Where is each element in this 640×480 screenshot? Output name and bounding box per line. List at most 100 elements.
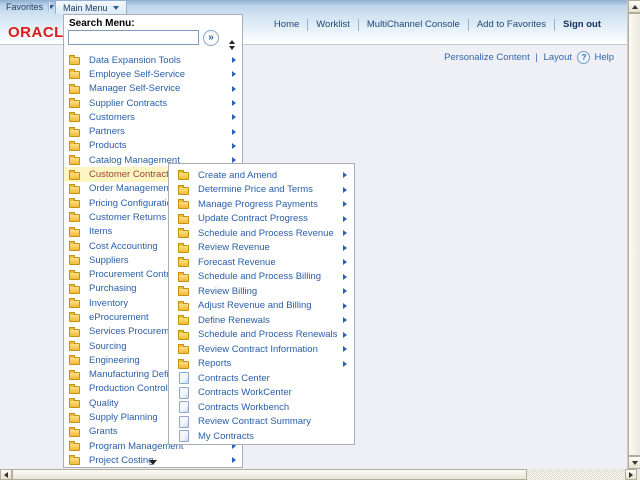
submenu-item-review-revenue[interactable]: Review Revenue [169, 241, 354, 256]
folder-icon [69, 386, 80, 394]
submenu-item-my-contracts[interactable]: My Contracts [169, 429, 354, 444]
submenu-arrow-icon [232, 57, 236, 63]
help-link[interactable]: ? Help [577, 51, 614, 64]
menu-item-label: eProcurement [89, 312, 149, 323]
submenu-item-schedule-and-process-billing[interactable]: Schedule and Process Billing [169, 270, 354, 285]
header-link-sign-out[interactable]: Sign out [554, 19, 609, 31]
menu-item-label: Purchasing [89, 283, 137, 294]
folder-icon [178, 317, 189, 325]
header-link-home[interactable]: Home [266, 19, 307, 31]
submenu-item-forecast-revenue[interactable]: Forecast Revenue [169, 255, 354, 270]
menu-item-supplier-contracts[interactable]: Supplier Contracts [64, 96, 242, 110]
menu-item-data-expansion-tools[interactable]: Data Expansion Tools [64, 53, 242, 67]
submenu-item-label: Review Contract Summary [198, 416, 311, 427]
horizontal-scrollbar[interactable] [0, 469, 637, 480]
folder-icon [69, 286, 80, 294]
submenu-list: Create and AmendDetermine Price and Term… [169, 168, 354, 444]
help-icon: ? [577, 51, 590, 64]
menu-item-label: Data Expansion Tools [89, 55, 181, 66]
submenu-item-review-contract-information[interactable]: Review Contract Information [169, 342, 354, 357]
menu-item-label: Production Control [89, 383, 168, 394]
up-arrow-icon [632, 5, 638, 9]
top-nav-bar: Favorites Main Menu [0, 0, 627, 14]
folder-icon [69, 272, 80, 280]
submenu-item-schedule-and-process-revenue[interactable]: Schedule and Process Revenue [169, 226, 354, 241]
application-window: Favorites Main Menu ORACLE HomeWorklistM… [0, 0, 640, 480]
submenu-arrow-icon [343, 346, 347, 352]
submenu-item-label: Reports [198, 358, 231, 369]
submenu-item-label: Schedule and Process Billing [198, 271, 321, 282]
submenu-item-reports[interactable]: Reports [169, 357, 354, 372]
header-links: HomeWorklistMultiChannel ConsoleAdd to F… [266, 18, 609, 32]
submenu-arrow-icon [343, 317, 347, 323]
menu-item-label: Partners [89, 126, 125, 137]
scrollbar-up-button[interactable] [628, 0, 640, 13]
menu-item-partners[interactable]: Partners [64, 124, 242, 138]
submenu-arrow-icon [343, 245, 347, 251]
horizontal-scrollbar-thumb[interactable] [12, 469, 527, 480]
document-icon [179, 372, 189, 384]
menu-item-employee-self-service[interactable]: Employee Self-Service [64, 67, 242, 81]
personalize-content-link[interactable]: Personalize Content [444, 52, 530, 63]
search-menu-input[interactable] [68, 30, 199, 45]
main-menu-button[interactable]: Main Menu [55, 0, 127, 14]
submenu-item-update-contract-progress[interactable]: Update Contract Progress [169, 212, 354, 227]
menu-item-label: Sourcing [89, 341, 127, 352]
submenu-arrow-icon [232, 86, 236, 92]
submenu-arrow-icon [232, 114, 236, 120]
favorites-menu-button[interactable]: Favorites [6, 0, 54, 14]
folder-icon [178, 274, 189, 282]
scrollbar-right-button[interactable] [625, 469, 637, 480]
folder-icon [69, 443, 80, 451]
submenu-arrow-icon [232, 143, 236, 149]
submenu-arrow-icon [343, 361, 347, 367]
menu-item-label: Inventory [89, 298, 128, 309]
folder-icon [69, 214, 80, 222]
submenu-item-schedule-and-process-renewals[interactable]: Schedule and Process Renewals [169, 328, 354, 343]
folder-icon [178, 245, 189, 253]
folder-icon [69, 71, 80, 79]
submenu-item-create-and-amend[interactable]: Create and Amend [169, 168, 354, 183]
folder-icon [178, 172, 189, 180]
vertical-scrollbar-thumb[interactable] [628, 13, 640, 456]
submenu-item-contracts-workbench[interactable]: Contracts Workbench [169, 400, 354, 415]
submenu-arrow-icon [343, 172, 347, 178]
personalize-divider: | [532, 52, 540, 63]
menu-item-customers[interactable]: Customers [64, 110, 242, 124]
submenu-item-label: Schedule and Process Renewals [198, 329, 337, 340]
header-link-worklist[interactable]: Worklist [307, 19, 358, 31]
submenu-item-label: Review Revenue [198, 242, 270, 253]
menu-item-label: Manager Self-Service [89, 83, 180, 94]
document-icon [179, 401, 189, 413]
folder-icon [178, 361, 189, 369]
menu-item-products[interactable]: Products [64, 139, 242, 153]
menu-scroll-down-icon[interactable] [149, 460, 157, 465]
submenu-item-label: Contracts Center [198, 373, 270, 384]
submenu-item-review-contract-summary[interactable]: Review Contract Summary [169, 415, 354, 430]
personalize-links: Personalize Content | Layout [444, 52, 572, 63]
folder-icon [69, 100, 80, 108]
layout-link[interactable]: Layout [543, 52, 572, 63]
menu-item-manager-self-service[interactable]: Manager Self-Service [64, 82, 242, 96]
submenu-item-determine-price-and-terms[interactable]: Determine Price and Terms [169, 183, 354, 198]
header-link-multichannel-console[interactable]: MultiChannel Console [358, 19, 468, 31]
folder-icon [69, 229, 80, 237]
submenu-item-adjust-revenue-and-billing[interactable]: Adjust Revenue and Billing [169, 299, 354, 314]
submenu-item-contracts-workcenter[interactable]: Contracts WorkCenter [169, 386, 354, 401]
submenu-arrow-icon [232, 100, 236, 106]
submenu-item-manage-progress-payments[interactable]: Manage Progress Payments [169, 197, 354, 212]
submenu-item-review-billing[interactable]: Review Billing [169, 284, 354, 299]
submenu-item-define-renewals[interactable]: Define Renewals [169, 313, 354, 328]
main-menu-label: Main Menu [63, 3, 108, 13]
menu-item-label: Catalog Management [89, 155, 180, 166]
vertical-scrollbar[interactable] [627, 0, 640, 469]
search-go-button[interactable]: » [203, 30, 219, 46]
menu-scroll-spinner[interactable] [229, 40, 235, 50]
scrollbar-left-button[interactable] [0, 469, 12, 480]
header-link-add-to-favorites[interactable]: Add to Favorites [468, 19, 554, 31]
down-arrow-icon [632, 461, 638, 465]
document-icon [179, 430, 189, 442]
submenu-item-contracts-center[interactable]: Contracts Center [169, 371, 354, 386]
scrollbar-down-button[interactable] [628, 456, 640, 469]
menu-item-label: Suppliers [89, 255, 129, 266]
